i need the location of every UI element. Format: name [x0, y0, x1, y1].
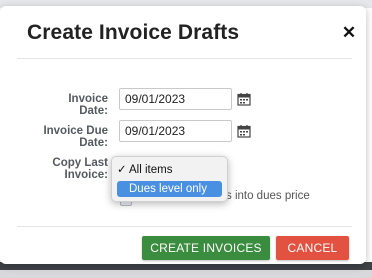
- dropdown-option-label: All items: [129, 164, 173, 176]
- checkmark-icon: ✓: [117, 164, 127, 176]
- invoice-date-label: Invoice Date:: [68, 93, 108, 117]
- dues-price-checkbox-label: s into dues price: [226, 190, 310, 202]
- dropdown-option-all-items[interactable]: ✓ All items: [117, 162, 222, 178]
- dropdown-option-label: Dues level only: [129, 183, 207, 195]
- cancel-button[interactable]: CANCEL: [276, 236, 349, 260]
- close-icon[interactable]: ✕: [341, 24, 357, 41]
- create-invoices-button[interactable]: CREATE INVOICES: [142, 236, 270, 260]
- invoice-date-input[interactable]: [119, 88, 232, 110]
- copy-last-invoice-dropdown[interactable]: ✓ All items Dues level only: [111, 156, 228, 202]
- create-invoice-drafts-dialog: Create Invoice Drafts ✕ Invoice Date: In…: [0, 6, 366, 264]
- invoice-due-date-label: Invoice Due Date:: [43, 125, 108, 149]
- invoice-due-date-input[interactable]: [119, 120, 232, 142]
- dialog-title: Create Invoice Drafts: [27, 21, 240, 44]
- copy-last-invoice-label: Copy Last Invoice:: [52, 157, 108, 181]
- header-divider: [17, 58, 352, 59]
- calendar-icon[interactable]: [237, 92, 251, 106]
- dropdown-option-dues-level-only[interactable]: Dues level only: [117, 181, 222, 197]
- calendar-icon[interactable]: [237, 124, 251, 138]
- footer-divider: [17, 226, 352, 227]
